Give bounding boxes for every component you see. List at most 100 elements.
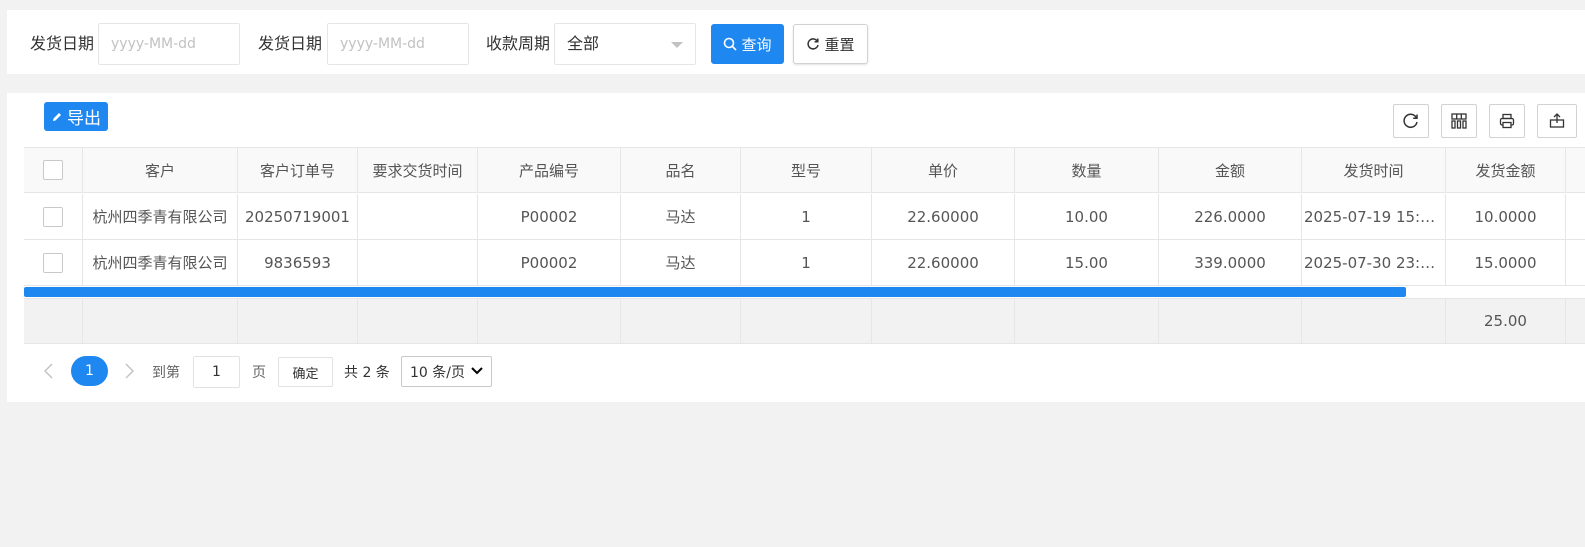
table-cell: 1 xyxy=(741,240,872,285)
next-page-button[interactable] xyxy=(122,362,136,380)
select-all-cell xyxy=(24,148,83,192)
export-icon xyxy=(1549,113,1565,128)
total-ship-amount: 25.00 xyxy=(1446,299,1566,343)
reset-button-label: 重置 xyxy=(824,35,855,54)
select-all-checkbox[interactable] xyxy=(43,160,63,180)
column-header-label: 型号 xyxy=(790,161,821,180)
column-header[interactable]: 客户 xyxy=(83,148,238,192)
search-icon xyxy=(724,37,738,51)
total-cell xyxy=(1302,299,1446,343)
column-header[interactable]: 客户订单号 xyxy=(238,148,358,192)
prev-page-button[interactable] xyxy=(41,362,55,380)
table-cell: 马达 xyxy=(621,194,741,239)
table-cell: 9836593 xyxy=(238,240,358,285)
table-cell: 15.0000 xyxy=(1446,240,1566,285)
query-button[interactable]: 查询 xyxy=(711,24,784,64)
refresh-table-button[interactable] xyxy=(1393,104,1429,138)
row-select-cell xyxy=(24,194,83,239)
total-cell xyxy=(1015,299,1159,343)
ship-date-label-start: 发货日期 xyxy=(30,34,95,53)
print-icon xyxy=(1499,113,1515,129)
row-checkbox[interactable] xyxy=(43,206,63,227)
total-cell xyxy=(872,299,1015,343)
page-number-current[interactable]: 1 xyxy=(71,356,108,386)
table-header: 客户 客户订单号 要求交货时间 产品编号 品名 型号 单价 数量 金额 发货时间… xyxy=(24,147,1585,193)
page-size-value: 10 条/页 xyxy=(410,364,465,381)
table-cell: 马达 xyxy=(621,240,741,285)
table-cell: 杭州四季青有限公司 xyxy=(83,194,238,239)
column-header[interactable]: 要求交货时间 xyxy=(358,148,478,192)
table-cell: P00002 xyxy=(478,240,621,285)
table-cell: 10.0000 xyxy=(1446,194,1566,239)
column-header-label: 数量 xyxy=(1071,161,1102,180)
chevron-left-icon xyxy=(43,363,53,379)
print-button[interactable] xyxy=(1489,104,1525,138)
column-header-label: 客户订单号 xyxy=(259,161,335,180)
export-button-label: 导出 xyxy=(67,109,101,129)
column-header-label: 发货金额 xyxy=(1475,161,1536,180)
table-cell: P00002 xyxy=(478,194,621,239)
refresh-icon xyxy=(807,38,820,50)
totals-row: 25.00 xyxy=(24,298,1585,344)
page-unit-label: 页 xyxy=(252,365,266,381)
table-cell: 339.0000 xyxy=(1159,240,1302,285)
total-cell xyxy=(1159,299,1302,343)
column-header[interactable]: 品名 xyxy=(621,148,741,192)
column-header[interactable]: 发货金额 xyxy=(1446,148,1566,192)
table-cell xyxy=(358,240,478,285)
goto-confirm-button[interactable]: 确定 xyxy=(278,357,333,387)
caret-down-icon xyxy=(671,42,683,48)
column-header[interactable]: 型号 xyxy=(741,148,872,192)
total-cell xyxy=(478,299,621,343)
total-cell xyxy=(83,299,238,343)
column-filter-button[interactable] xyxy=(1441,104,1477,138)
column-header-label: 要求交货时间 xyxy=(372,161,463,180)
total-cell xyxy=(238,299,358,343)
horizontal-scrollbar[interactable] xyxy=(24,287,1406,297)
row-checkbox[interactable] xyxy=(43,252,63,273)
pencil-icon xyxy=(53,112,61,121)
column-header-label: 单价 xyxy=(927,161,958,180)
export-file-button[interactable] xyxy=(1537,104,1577,138)
total-cell xyxy=(621,299,741,343)
table-cell: 226.0000 xyxy=(1159,194,1302,239)
payment-cycle-select[interactable]: 全部 xyxy=(554,23,696,65)
total-cell xyxy=(358,299,478,343)
refresh-icon xyxy=(1403,113,1418,128)
page-size-select[interactable]: 10 条/页 xyxy=(401,356,492,387)
column-header[interactable]: 金额 xyxy=(1159,148,1302,192)
ship-date-start-input[interactable] xyxy=(98,23,240,65)
columns-icon xyxy=(1451,113,1467,129)
table-row[interactable]: 杭州四季青有限公司 9836593 P00002 马达 1 22.60000 1… xyxy=(24,240,1585,286)
table-cell: 15.00 xyxy=(1015,240,1159,285)
table-cell xyxy=(358,194,478,239)
goto-label: 到第 xyxy=(152,365,180,381)
ship-date-label-end: 发货日期 xyxy=(258,34,323,53)
payment-cycle-value: 全部 xyxy=(567,34,600,53)
column-header[interactable]: 发货时间 xyxy=(1302,148,1446,192)
query-button-label: 查询 xyxy=(741,35,772,54)
payment-cycle-label: 收款周期 xyxy=(486,34,551,53)
row-select-cell xyxy=(24,240,83,285)
total-count-label: 共 2 条 xyxy=(344,365,390,381)
column-header-label: 客户 xyxy=(144,161,175,180)
table-cell: 22.60000 xyxy=(872,240,1015,285)
column-header-label: 发货时间 xyxy=(1343,161,1404,180)
total-cell xyxy=(24,299,83,343)
table-cell: 20250719001 xyxy=(238,194,358,239)
table-cell: 2025-07-30 23:01… xyxy=(1302,240,1446,285)
ship-date-end-input[interactable] xyxy=(327,23,469,65)
total-cell xyxy=(741,299,872,343)
chevron-right-icon xyxy=(124,363,134,379)
table-cell: 22.60000 xyxy=(872,194,1015,239)
table-row[interactable]: 杭州四季青有限公司 20250719001 P00002 马达 1 22.600… xyxy=(24,194,1585,240)
column-header[interactable]: 数量 xyxy=(1015,148,1159,192)
export-button[interactable]: 导出 xyxy=(44,102,108,131)
reset-button[interactable]: 重置 xyxy=(793,24,868,64)
goto-page-input[interactable] xyxy=(193,356,240,388)
column-header[interactable]: 单价 xyxy=(872,148,1015,192)
column-header-label: 金额 xyxy=(1214,161,1245,180)
chevron-down-icon xyxy=(471,367,483,375)
column-header[interactable]: 产品编号 xyxy=(478,148,621,192)
table-cell: 1 xyxy=(741,194,872,239)
